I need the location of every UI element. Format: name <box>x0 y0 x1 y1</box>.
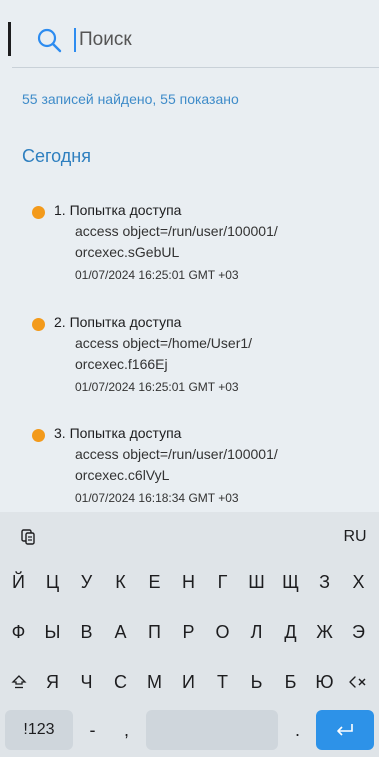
event-timestamp: 01/07/2024 16:25:01 GMT +03 <box>75 268 239 282</box>
dash-key[interactable]: - <box>76 710 109 750</box>
key[interactable]: Т <box>206 662 239 702</box>
symbols-key[interactable]: !123 <box>5 710 73 750</box>
key[interactable]: О <box>206 612 239 652</box>
keyboard-row-2: Ф Ы В А П Р О Л Д Ж Э <box>0 612 379 652</box>
key[interactable]: Ц <box>36 562 69 602</box>
key[interactable]: В <box>70 612 103 652</box>
event-entry-3[interactable]: 3. Попытка доступа access object=/run/us… <box>32 424 362 514</box>
key[interactable]: И <box>172 662 205 702</box>
key[interactable]: Ч <box>70 662 103 702</box>
key[interactable]: Ш <box>240 562 273 602</box>
clipboard-button[interactable] <box>10 520 46 554</box>
event-timestamp: 01/07/2024 16:18:34 GMT +03 <box>75 491 239 505</box>
key[interactable]: Ы <box>36 612 69 652</box>
event-object-line1: access object=/run/user/100001/ <box>75 223 278 239</box>
event-object-line2: orcexec.sGebUL <box>75 244 180 260</box>
key[interactable]: К <box>104 562 137 602</box>
event-timestamp: 01/07/2024 16:25:01 GMT +03 <box>75 380 239 394</box>
section-title-today: Сегодня <box>22 146 91 166</box>
status-dot-icon <box>32 318 45 331</box>
key[interactable]: Д <box>274 612 307 652</box>
key[interactable]: Ф <box>2 612 35 652</box>
key[interactable]: Ю <box>308 662 341 702</box>
key[interactable]: М <box>138 662 171 702</box>
event-title: 1. Попытка доступа <box>54 202 182 218</box>
enter-icon <box>337 724 353 736</box>
text-cursor <box>74 27 76 52</box>
event-object-line1: access object=/home/User1/ <box>75 335 253 351</box>
event-object-line2: orcexec.c6lVyL <box>75 467 170 483</box>
event-title: 3. Попытка доступа <box>54 425 182 441</box>
keyboard-toolbar: RU <box>0 512 379 560</box>
key[interactable]: Л <box>240 612 273 652</box>
key[interactable]: П <box>138 612 171 652</box>
key[interactable]: Б <box>274 662 307 702</box>
key[interactable]: Ж <box>308 612 341 652</box>
period-key[interactable]: . <box>281 710 314 750</box>
key[interactable]: Й <box>2 562 35 602</box>
event-title: 2. Попытка доступа <box>54 314 182 330</box>
left-edge-marker <box>8 22 11 56</box>
keyboard-row-3: Я Ч С М И Т Ь Б Ю <box>0 662 379 702</box>
key[interactable]: Е <box>138 562 171 602</box>
key[interactable]: У <box>70 562 103 602</box>
comma-key[interactable]: , <box>110 710 143 750</box>
search-bar[interactable] <box>12 12 379 68</box>
on-screen-keyboard: RU Й Ц У К Е Н Г Ш Щ З Х Ф Ы В А П Р О Л… <box>0 512 379 757</box>
clipboard-icon <box>21 529 35 545</box>
event-object-line1: access object=/run/user/100001/ <box>75 446 278 462</box>
status-dot-icon <box>32 206 45 219</box>
backspace-icon <box>348 676 365 688</box>
key[interactable]: Г <box>206 562 239 602</box>
shift-key[interactable] <box>2 662 35 702</box>
shift-icon <box>10 675 27 689</box>
event-entry-1[interactable]: 1. Попытка доступа access object=/run/us… <box>32 201 362 291</box>
key[interactable]: Р <box>172 612 205 652</box>
key[interactable]: Х <box>342 562 375 602</box>
key[interactable]: Н <box>172 562 205 602</box>
key[interactable]: Щ <box>274 562 307 602</box>
event-entry-2[interactable]: 2. Попытка доступа access object=/home/U… <box>32 313 362 403</box>
key[interactable]: А <box>104 612 137 652</box>
backspace-key[interactable] <box>342 662 375 702</box>
search-icon <box>37 28 62 52</box>
event-object-line2: orcexec.f166Ej <box>75 356 168 372</box>
search-input[interactable] <box>79 28 329 51</box>
results-summary: 55 записей найдено, 55 показано <box>22 91 239 107</box>
key[interactable]: Э <box>342 612 375 652</box>
key[interactable]: С <box>104 662 137 702</box>
status-dot-icon <box>32 429 45 442</box>
keyboard-row-1: Й Ц У К Е Н Г Ш Щ З Х <box>0 562 379 602</box>
key[interactable]: Ь <box>240 662 273 702</box>
keyboard-row-4: !123 - , . <box>0 710 379 750</box>
space-key[interactable] <box>146 710 278 750</box>
key[interactable]: З <box>308 562 341 602</box>
key[interactable]: Я <box>36 662 69 702</box>
enter-key[interactable] <box>316 710 374 750</box>
language-button[interactable]: RU <box>337 520 373 554</box>
